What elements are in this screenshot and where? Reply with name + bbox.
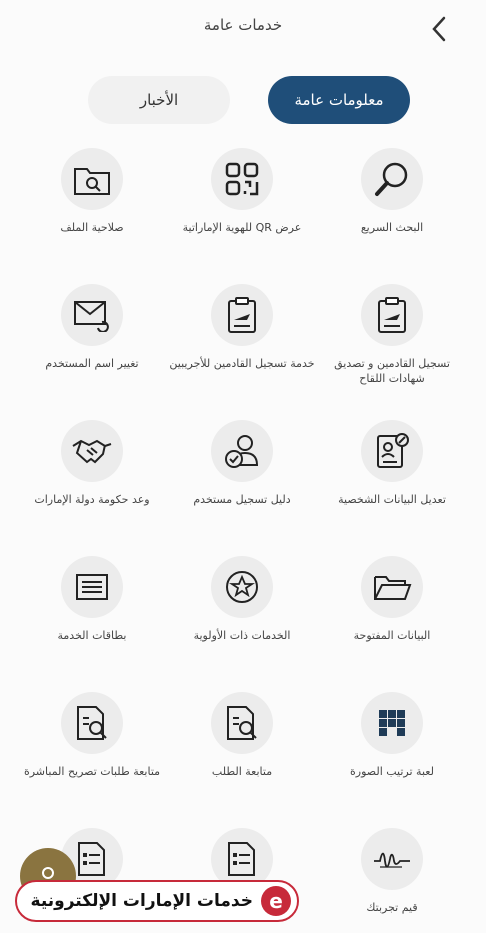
clipboard-plane-icon (378, 297, 406, 333)
qr-code-icon (225, 162, 259, 196)
tile-label: قيم تجربتك (366, 901, 418, 914)
id-card-edit-icon (377, 433, 409, 468)
uae-eservices-banner: خدمات الإمارات الإلكترونية e (15, 880, 299, 922)
tile-label: بطاقات الخدمة (57, 629, 127, 642)
open-folder-icon (374, 576, 412, 600)
tile-rate-experience[interactable]: قيم تجربتك (317, 828, 467, 915)
tile-puzzle-game[interactable]: لعبة ترتيب الصورة (317, 692, 467, 779)
tile-label: متابعة الطلب (211, 765, 273, 778)
envelope-refresh-icon (74, 301, 109, 332)
user-check-icon (225, 435, 259, 468)
tile-label: تغيير اسم المستخدم (45, 357, 139, 370)
puzzle-grid-icon (379, 710, 405, 736)
tile-quick-search[interactable]: البحث السريع (317, 148, 467, 235)
tile-label: البيانات المفتوحة (353, 629, 431, 642)
tile-label: البحث السريع (360, 221, 424, 234)
tile-file-validity[interactable]: صلاحية الملف (17, 148, 167, 235)
back-button[interactable] (424, 14, 454, 44)
tile-foreigners-arrival[interactable]: خدمة تسجيل القادمين للأجريبين (167, 284, 317, 371)
page-title: خدمات عامة (203, 16, 283, 34)
tab-news[interactable]: الأخبار (88, 76, 230, 124)
card-lines-icon (76, 574, 108, 600)
tile-label: خدمة تسجيل القادمين للأجريبين (169, 357, 315, 370)
tile-label: الخدمات ذات الأولوية (193, 629, 291, 642)
tile-open-data[interactable]: البيانات المفتوحة (317, 556, 467, 643)
tile-track-request[interactable]: متابعة الطلب (167, 692, 317, 779)
header-bar: خدمات عامة (0, 0, 486, 60)
tile-label: وعد حكومة دولة الإمارات (34, 493, 150, 506)
chevron-left-icon (432, 16, 446, 42)
magnifier-icon (375, 162, 408, 196)
tile-change-username[interactable]: تغيير اسم المستخدم (17, 284, 167, 371)
tile-label: لعبة ترتيب الصورة (350, 765, 434, 778)
document-list-icon (78, 842, 105, 876)
tile-edit-personal-data[interactable]: تعديل البيانات الشخصية (317, 420, 467, 507)
tile-label: عرض QR للهوية الإماراتية (182, 221, 302, 234)
tile-arrivals-registration[interactable]: تسجيل القادمين و تصديق شهادات اللقاح (317, 284, 467, 386)
document-search-icon (227, 706, 257, 740)
tile-qr-emirates-id[interactable]: عرض QR للهوية الإماراتية (167, 148, 317, 235)
banner-logo-icon: e (261, 886, 291, 916)
handshake-icon (72, 439, 112, 464)
tile-uae-government-promise[interactable]: وعد حكومة دولة الإمارات (17, 420, 167, 507)
document-list-icon (228, 842, 255, 876)
tile-label: تعديل البيانات الشخصية (338, 493, 446, 506)
tile-label: دليل تسجيل مستخدم (193, 493, 291, 506)
banner-text: خدمات الإمارات الإلكترونية (30, 891, 253, 911)
folder-search-icon (74, 168, 110, 195)
clipboard-plane-icon (228, 297, 256, 333)
tile-track-permit-requests[interactable]: متابعة طلبات تصريح المباشرة (17, 692, 167, 779)
tile-service-cards[interactable]: بطاقات الخدمة (17, 556, 167, 643)
tile-user-registration-guide[interactable]: دليل تسجيل مستخدم (167, 420, 317, 507)
tile-priority-services[interactable]: الخدمات ذات الأولوية (167, 556, 317, 643)
tile-label: تسجيل القادمين و تصديق شهادات اللقاح (334, 357, 450, 385)
signature-icon (374, 852, 410, 868)
document-search-icon (77, 706, 107, 740)
star-circle-icon (226, 571, 258, 603)
tab-general-info[interactable]: معلومات عامة (268, 76, 410, 124)
tile-label: متابعة طلبات تصريح المباشرة (23, 765, 161, 778)
tile-label: صلاحية الملف (60, 221, 124, 234)
tab-bar: معلومات عامة الأخبار (0, 76, 486, 126)
